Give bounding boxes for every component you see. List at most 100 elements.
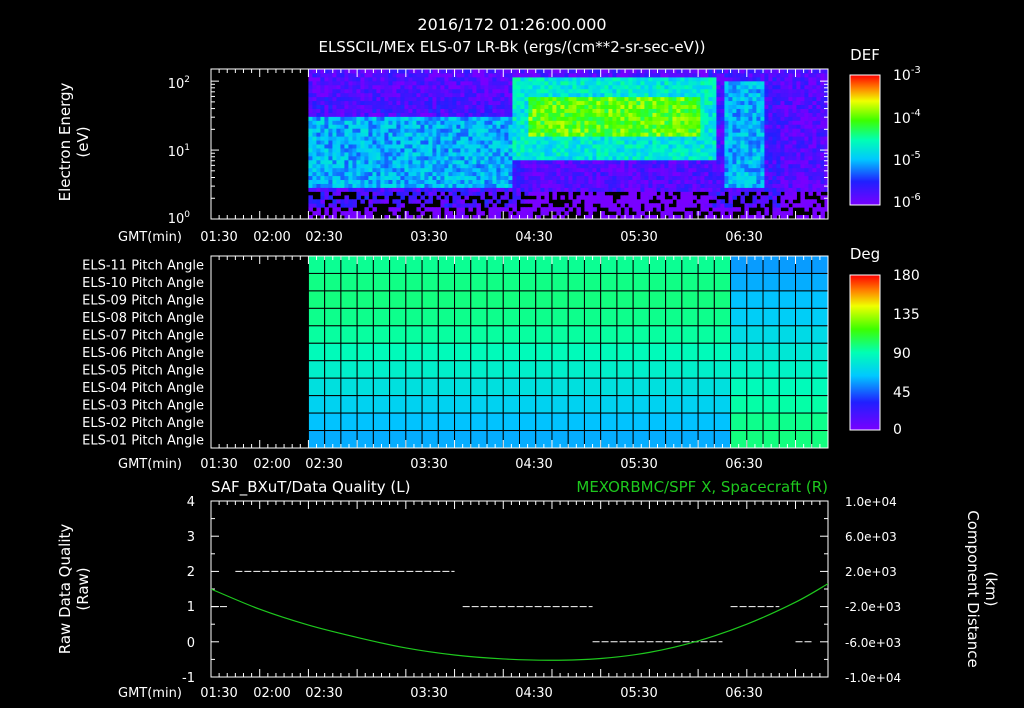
spectrogram-cell [760, 72, 765, 78]
spectrogram-cell [400, 100, 405, 106]
spectrogram-cell [644, 120, 649, 125]
spectrogram-cell [768, 171, 773, 177]
spectrogram-cell [584, 203, 589, 208]
spectrogram-cell [672, 151, 677, 157]
spectrogram-cell [540, 151, 545, 157]
spectrogram-cell [352, 203, 357, 208]
spectrogram-cell [772, 104, 777, 109]
spectrogram-cell [716, 88, 721, 94]
spectrogram-cell [424, 128, 429, 133]
spectrogram-cell [688, 104, 693, 109]
spectrogram-cell [748, 72, 753, 78]
spectrogram-cell [428, 104, 433, 109]
spectrogram-cell [456, 155, 461, 161]
spectrogram-cell [684, 144, 689, 149]
spectrogram-cell [712, 116, 717, 121]
spectrogram-cell [404, 155, 409, 161]
spectrogram-cell [692, 183, 697, 188]
spectrogram-cell [808, 116, 813, 121]
spectrogram-cell [516, 76, 521, 82]
spectrogram-cell [520, 159, 525, 165]
spectrogram-cell [344, 69, 349, 74]
spectrogram-cell [748, 88, 753, 94]
spectrogram-cell [660, 80, 665, 86]
spectrogram-cell [468, 104, 473, 109]
spectrogram-cell [508, 76, 513, 82]
spectrogram-cell [760, 108, 765, 113]
pitch-cell [600, 395, 618, 414]
spectrogram-cell [696, 136, 701, 141]
spectrogram-cell [672, 116, 677, 121]
spectrogram-cell [796, 112, 801, 117]
spectrogram-cell [476, 159, 481, 165]
spectrogram-cell [660, 136, 665, 141]
spectrogram-cell [432, 163, 437, 169]
spectrogram-cell [816, 88, 821, 94]
spectrogram-cell [676, 203, 681, 208]
spectrogram-cell [792, 84, 797, 90]
spectrogram-cell [608, 84, 613, 90]
spectrogram-cell [756, 140, 761, 145]
spectrogram-cell [388, 159, 393, 165]
spectrogram-cell [792, 155, 797, 161]
pitch-cell [356, 325, 374, 344]
spectrogram-cell [312, 120, 317, 125]
spectrogram-cell [392, 163, 397, 169]
spectrogram-cell [768, 120, 773, 125]
spectrogram-cell [476, 207, 481, 212]
spectrogram-cell [736, 120, 741, 125]
spectrogram-cell [388, 100, 393, 106]
spectrogram-cell [752, 96, 757, 102]
spectrogram-cell [344, 175, 349, 181]
spectrogram-cell [592, 112, 597, 117]
spectrogram-cell [468, 92, 473, 98]
spectrogram-cell [428, 167, 433, 173]
spectrogram-cell [756, 191, 761, 196]
spectrogram-cell [516, 155, 521, 161]
spectrogram-cell [504, 124, 509, 129]
spectrogram-cell [616, 167, 621, 173]
spectrogram-cell [708, 132, 713, 137]
spectrogram-cell [440, 84, 445, 90]
spectrogram-cell [636, 163, 641, 169]
spectrogram-cell [440, 76, 445, 82]
spectrogram-cell [580, 108, 585, 113]
spectrogram-cell [636, 88, 641, 94]
spectrogram-cell [620, 72, 625, 78]
spectrogram-cell [720, 136, 725, 141]
spectrogram-cell [376, 92, 381, 98]
spectrogram-cell [316, 80, 321, 86]
spectrogram-cell [656, 100, 661, 106]
spectrogram-cell [356, 175, 361, 181]
spectrogram-cell [764, 80, 769, 86]
spectrogram-cell [352, 151, 357, 157]
spectrogram-cell [528, 84, 533, 90]
spectrogram-cell [508, 187, 513, 192]
spectrogram-cell [800, 120, 805, 125]
spectrogram-cell [624, 96, 629, 102]
spectrogram-cell [308, 140, 313, 145]
spectrogram-cell [816, 84, 821, 90]
spectrogram-cell [584, 120, 589, 125]
spectrogram-cell [312, 179, 317, 184]
spectrogram-cell [664, 116, 669, 121]
spectrogram-cell [464, 195, 469, 200]
spectrogram-cell [332, 136, 337, 141]
spectrogram-cell [348, 120, 353, 125]
spectrogram-cell [396, 92, 401, 98]
spectrogram-cell [364, 179, 369, 184]
spectrogram-cell [516, 183, 521, 188]
spectrogram-cell [536, 171, 541, 177]
spectrogram-cell [408, 80, 413, 86]
spectrogram-cell [812, 207, 817, 212]
spectrogram-cell [676, 175, 681, 181]
spectrogram-cell [400, 171, 405, 177]
spectrogram-cell [772, 72, 777, 78]
spectrogram-cell [512, 88, 517, 94]
spectrogram-cell [776, 112, 781, 117]
spectrogram-cell [512, 203, 517, 208]
spectrogram-cell [716, 183, 721, 188]
spectrogram-cell [732, 108, 737, 113]
spectrogram-cell [444, 108, 449, 113]
spectrogram-cell [812, 140, 817, 145]
